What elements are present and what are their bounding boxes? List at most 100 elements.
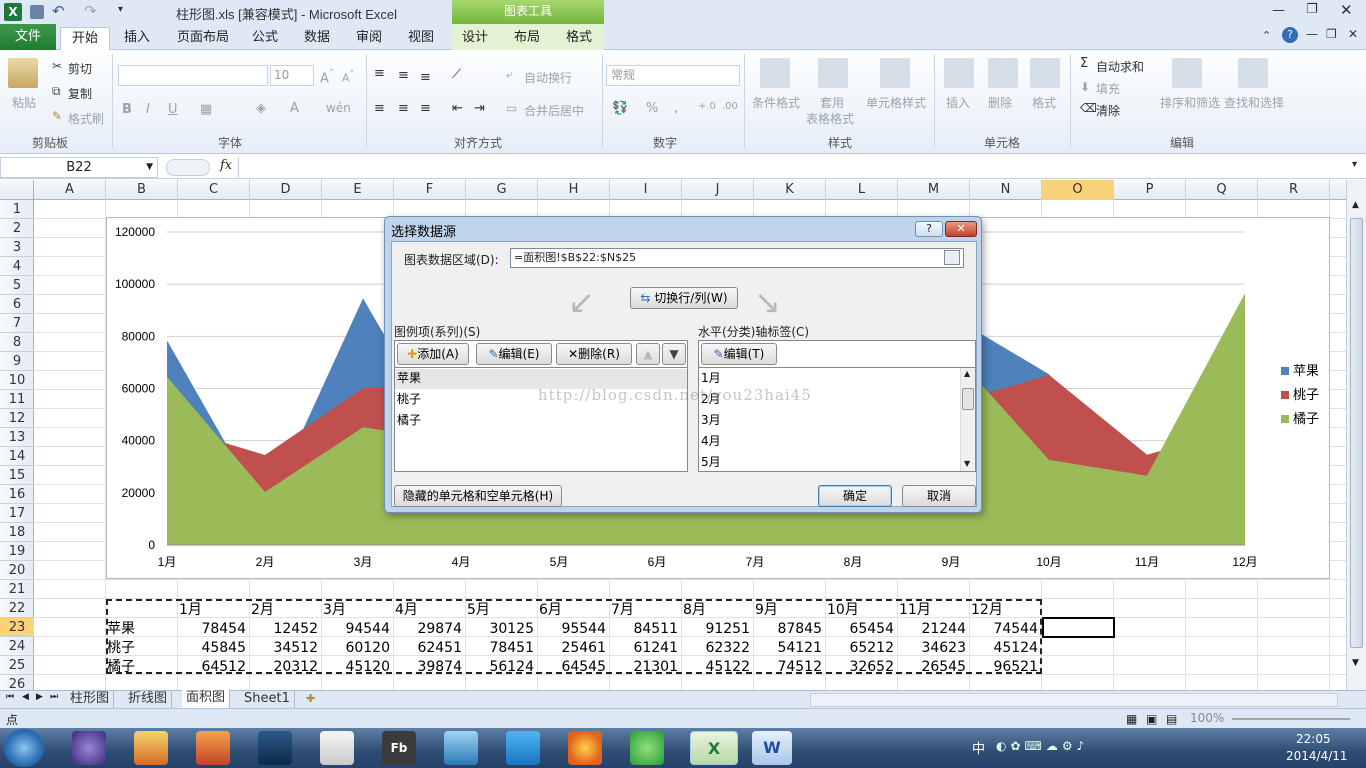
table-format-button-line2[interactable]: 表格格式	[806, 110, 854, 127]
column-header[interactable]: R	[1258, 180, 1330, 200]
tab-chart-layout[interactable]: 布局	[506, 27, 548, 50]
quick-access-dropdown-icon[interactable]: ▾	[118, 4, 123, 15]
column-header[interactable]: G	[466, 180, 538, 200]
row-header[interactable]: 3	[0, 238, 34, 257]
number-format-select[interactable]: 常规	[606, 65, 740, 86]
tray-icons[interactable]: ◐✿⌨☁⚙♪	[996, 739, 1088, 753]
eclipse-icon[interactable]	[72, 731, 106, 765]
switch-row-column-button[interactable]: ⇆ 切换行/列(W)	[630, 287, 738, 309]
row-header[interactable]: 6	[0, 295, 34, 314]
move-down-button[interactable]: ▼	[662, 343, 686, 365]
font-name-select[interactable]	[118, 65, 268, 86]
remove-series-button[interactable]: ✕删除(R)	[556, 343, 632, 365]
column-header[interactable]: B	[106, 180, 178, 200]
paste-icon[interactable]	[8, 58, 38, 88]
sheet-tab-bar-chart[interactable]: 柱形图	[66, 691, 115, 708]
edit-axis-labels-button[interactable]: ✎编辑(T)	[701, 343, 777, 365]
tab-file[interactable]: 文件	[0, 24, 56, 50]
row-header[interactable]: 2	[0, 219, 34, 238]
expand-formula-icon[interactable]: ▾	[1352, 159, 1357, 170]
row-header[interactable]: 18	[0, 523, 34, 542]
excel-app-icon[interactable]: X	[4, 3, 22, 21]
italic-icon[interactable]: I	[146, 102, 150, 117]
column-header[interactable]: N	[970, 180, 1042, 200]
column-header[interactable]: K	[754, 180, 826, 200]
row-header[interactable]: 19	[0, 542, 34, 561]
restore-button[interactable]: ❐	[1306, 2, 1318, 17]
clear-button[interactable]: 清除	[1096, 102, 1120, 119]
row-header[interactable]: 1	[0, 200, 34, 219]
row-header[interactable]: 23	[0, 618, 34, 637]
column-header[interactable]: Q	[1186, 180, 1258, 200]
row-header[interactable]: 12	[0, 409, 34, 428]
undo-icon[interactable]: ↶	[52, 2, 65, 20]
row-header[interactable]: 5	[0, 276, 34, 295]
decrease-decimal-icon[interactable]: .00	[722, 101, 738, 112]
row-header[interactable]: 15	[0, 466, 34, 485]
horizontal-scrollbar[interactable]	[810, 693, 1338, 707]
tab-formulas[interactable]: 公式	[244, 27, 286, 50]
dialog-help-button[interactable]: ?	[915, 221, 943, 237]
orientation-icon[interactable]: ⟋	[452, 67, 461, 82]
series-item[interactable]: 苹果	[397, 368, 421, 389]
grow-font-icon[interactable]: A˄	[320, 67, 334, 86]
edit-series-button[interactable]: ✎编辑(E)	[476, 343, 552, 365]
cancel-button[interactable]: 取消	[902, 485, 976, 507]
column-header[interactable]: M	[898, 180, 970, 200]
fill-button[interactable]: 填充	[1096, 80, 1120, 97]
excel-taskbar-icon[interactable]: X	[690, 731, 738, 765]
currency-icon[interactable]: 💱	[612, 101, 628, 116]
scroll-up-icon[interactable]: ▲	[1352, 200, 1359, 210]
axis-item[interactable]: 5月	[701, 452, 721, 473]
autosum-button[interactable]: 自动求和	[1096, 58, 1144, 75]
zoom-level[interactable]: 100%	[1190, 711, 1224, 725]
name-box-dropdown-icon[interactable]: ▼	[146, 158, 153, 177]
row-header[interactable]: 13	[0, 428, 34, 447]
doc-close-button[interactable]: ✕	[1348, 27, 1358, 41]
tab-data[interactable]: 数据	[296, 27, 338, 50]
row-header[interactable]: 8	[0, 333, 34, 352]
dialog-close-button[interactable]: ✕	[945, 221, 977, 237]
column-header[interactable]: J	[682, 180, 754, 200]
phonetic-icon[interactable]: wén	[326, 101, 351, 115]
tab-format[interactable]: 格式	[558, 27, 600, 50]
format-cells-button[interactable]: 格式	[1032, 94, 1056, 111]
hidden-empty-cells-button[interactable]: 隐藏的单元格和空单元格(H)	[394, 485, 562, 507]
increase-decimal-icon[interactable]: +.0	[698, 101, 716, 112]
save-icon[interactable]	[30, 5, 44, 19]
active-cell[interactable]	[1042, 617, 1115, 638]
sheet-nav-first-icon[interactable]: ⏮	[6, 692, 14, 702]
merge-center-button[interactable]: 合并后居中	[524, 102, 584, 119]
matlab-icon[interactable]	[196, 731, 230, 765]
paste-button[interactable]: 粘贴	[12, 94, 36, 111]
redo-icon[interactable]: ↷	[84, 2, 97, 20]
decrease-indent-icon[interactable]: ⇤	[452, 101, 463, 116]
comma-icon[interactable]: ,	[674, 101, 678, 116]
ok-button[interactable]: 确定	[818, 485, 892, 507]
axis-scroll-down-icon[interactable]: ▼	[964, 459, 970, 468]
insert-function-icon[interactable]: fx	[220, 158, 232, 173]
move-up-button[interactable]: ▲	[636, 343, 660, 365]
snipping-tool-icon[interactable]	[320, 731, 354, 765]
align-top-icon[interactable]: ≡	[374, 66, 385, 81]
series-item[interactable]: 桃子	[397, 389, 421, 410]
name-box[interactable]: B22 ▼	[0, 157, 158, 178]
cloud-icon[interactable]	[506, 731, 540, 765]
sheet-nav-prev-icon[interactable]: ◀	[22, 692, 29, 702]
row-header[interactable]: 22	[0, 599, 34, 618]
percent-icon[interactable]: %	[646, 101, 658, 116]
doc-restore-button[interactable]: ❐	[1326, 27, 1337, 41]
flash-builder-icon[interactable]: Fb	[382, 731, 416, 765]
page-layout-view-icon[interactable]: ▣	[1146, 712, 1157, 726]
row-header[interactable]: 25	[0, 656, 34, 675]
wrap-text-button[interactable]: 自动换行	[524, 69, 572, 86]
sort-filter-button[interactable]: 排序和筛选	[1160, 94, 1220, 111]
row-header[interactable]: 24	[0, 637, 34, 656]
sheet-tab-line-chart[interactable]: 折线图	[124, 691, 173, 708]
column-header[interactable]: C	[178, 180, 250, 200]
sheet-tab-sheet1[interactable]: Sheet1	[240, 691, 295, 708]
fill-color-icon[interactable]: ◈	[256, 101, 266, 116]
column-header[interactable]: L	[826, 180, 898, 200]
format-painter-button[interactable]: 格式刷	[68, 110, 104, 127]
zoom-slider[interactable]	[1232, 718, 1350, 720]
